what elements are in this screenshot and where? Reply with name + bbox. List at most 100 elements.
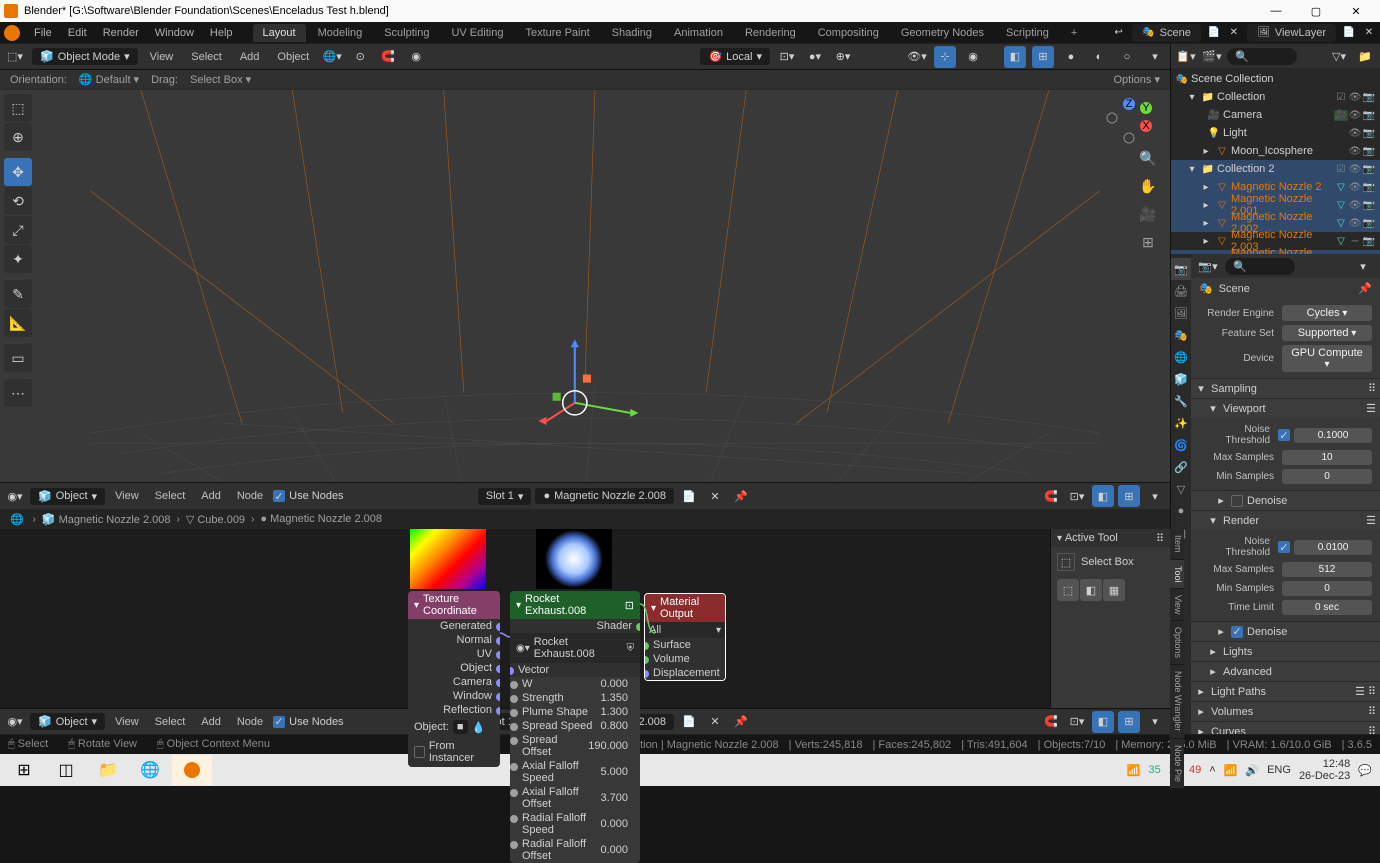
active-tool-header[interactable]: ▾ Active Tool ⠿: [1051, 529, 1170, 547]
vtab-nw[interactable]: Node Wrangler: [1170, 665, 1184, 738]
transform-orientation-icon[interactable]: 🌐▾: [321, 46, 343, 68]
shading-matprev-icon[interactable]: ◐: [1088, 46, 1110, 68]
maximize-button[interactable]: ▢: [1296, 0, 1336, 22]
menu-file[interactable]: File: [26, 27, 60, 39]
tool-add-cube[interactable]: ▭: [4, 344, 32, 372]
panel-curves[interactable]: ▸Curves⠿: [1191, 721, 1380, 734]
vp-view[interactable]: View: [144, 49, 180, 65]
tray-date[interactable]: 26-Dec-23: [1299, 770, 1350, 782]
tool-scale[interactable]: ⤢: [4, 216, 32, 244]
outliner-new-coll-icon[interactable]: 📁: [1354, 45, 1376, 67]
sh-node[interactable]: Node: [231, 488, 269, 504]
sel-mode-2[interactable]: ◧: [1080, 579, 1102, 601]
edge-button[interactable]: 🌐: [130, 755, 170, 785]
sh-select[interactable]: Select: [149, 488, 192, 504]
tab-sculpting[interactable]: Sculpting: [374, 24, 439, 42]
ptab-world[interactable]: 🌐: [1171, 346, 1191, 368]
vp-add[interactable]: Add: [234, 49, 266, 65]
sel-mode-3[interactable]: ▦: [1103, 579, 1125, 601]
r-max-val[interactable]: 512: [1282, 562, 1372, 577]
editor-type-icon[interactable]: ⬚▾: [4, 46, 26, 68]
shading-opts-icon[interactable]: ▾: [1144, 46, 1166, 68]
scene-new-icon[interactable]: 📄: [1207, 26, 1221, 40]
use-nodes-check[interactable]: ✓: [273, 490, 285, 502]
sh-back-solid-icon[interactable]: ⊞: [1118, 485, 1140, 507]
orient-value[interactable]: 🌐 Default ▾: [79, 73, 139, 86]
proportional-icon[interactable]: ●▾: [804, 46, 826, 68]
camera-view-icon[interactable]: 🎥: [1136, 202, 1160, 226]
ptab-data[interactable]: ▽: [1171, 478, 1191, 500]
device[interactable]: GPU Compute ▾: [1282, 345, 1372, 372]
tray-up-icon[interactable]: ˄: [1209, 764, 1215, 776]
vp-noise-check[interactable]: ✓: [1278, 429, 1290, 441]
vp-select[interactable]: Select: [185, 49, 228, 65]
shading-wire-icon[interactable]: ⊞: [1032, 46, 1054, 68]
tool-cursor[interactable]: ⊕: [4, 123, 32, 151]
tray-lang[interactable]: ENG: [1267, 764, 1291, 776]
blender-icon[interactable]: [4, 25, 20, 41]
nav-gizmo[interactable]: Y X Z: [1104, 96, 1154, 146]
tab-modeling[interactable]: Modeling: [308, 24, 373, 42]
shader-type[interactable]: 🧊 Object ▾: [30, 488, 105, 505]
tab-uv[interactable]: UV Editing: [441, 24, 513, 42]
material-selector[interactable]: ● Magnetic Nozzle 2.008: [535, 488, 674, 504]
menu-edit[interactable]: Edit: [60, 27, 95, 39]
cursor-icon[interactable]: ⊕▾: [832, 46, 854, 68]
shader-editor-type-icon[interactable]: ◉▾: [4, 485, 26, 507]
feature-set[interactable]: Supported ▾: [1282, 325, 1372, 341]
vp-object[interactable]: Object: [271, 49, 315, 65]
scene-del-icon[interactable]: ✕: [1227, 26, 1241, 40]
vtab-np[interactable]: Node Pie: [1170, 739, 1184, 789]
prop-edit-icon[interactable]: ◉: [405, 46, 427, 68]
panel-r-denoise[interactable]: ▸✓Denoise: [1191, 621, 1380, 641]
menu-render[interactable]: Render: [95, 27, 147, 39]
menu-help[interactable]: Help: [202, 27, 241, 39]
sh-add[interactable]: Add: [195, 488, 227, 504]
panel-lights[interactable]: ▸Lights: [1191, 641, 1380, 661]
outliner-filter-icon[interactable]: ▽▾: [1328, 45, 1350, 67]
vtab-options[interactable]: Options: [1170, 621, 1184, 665]
r-time-val[interactable]: 0 sec: [1282, 600, 1372, 615]
ptab-physics[interactable]: 🌀: [1171, 434, 1191, 456]
slot-selector[interactable]: Slot 1 ▾: [478, 488, 532, 505]
outliner-tree[interactable]: 🎭Scene Collection ▾📁Collection☑👁📷 🎥Camer…: [1171, 68, 1380, 254]
tray-notif-icon[interactable]: 💬: [1358, 764, 1372, 777]
transform-space[interactable]: 🎯 Local ▾: [700, 48, 770, 65]
props-opts-icon[interactable]: ▾: [1352, 255, 1374, 277]
render-engine[interactable]: Cycles ▾: [1282, 305, 1372, 321]
3d-viewport[interactable]: ⬚ ⊕ ✥ ⟲ ⤢ ✦ ✎ 📐 ▭ ⋯: [0, 90, 1170, 482]
panel-advanced[interactable]: ▸Advanced: [1191, 661, 1380, 681]
sh-back-wire-icon[interactable]: ◧: [1092, 485, 1114, 507]
panel-render[interactable]: ▾Render☰: [1191, 510, 1380, 530]
mat-new-icon[interactable]: 📄: [678, 485, 700, 507]
mode-selector[interactable]: 🧊 Object Mode ▾: [32, 48, 138, 65]
node-texture-coordinate[interactable]: ▾ Texture Coordinate Generated Normal UV…: [408, 591, 500, 767]
xray-icon[interactable]: ◧: [1004, 46, 1026, 68]
tray-sound-icon[interactable]: 🔊: [1245, 764, 1259, 777]
sh-expand-icon[interactable]: ▾: [1144, 485, 1166, 507]
task-view-button[interactable]: ◫: [46, 755, 86, 785]
tab-add[interactable]: +: [1061, 24, 1087, 42]
ptab-constraints[interactable]: 🔗: [1171, 456, 1191, 478]
r-min-val[interactable]: 0: [1282, 581, 1372, 596]
tab-rendering[interactable]: Rendering: [735, 24, 806, 42]
sh2-editor-type-icon[interactable]: ◉▾: [4, 711, 26, 733]
bc-world-icon[interactable]: 🌐: [10, 513, 24, 526]
tool-measure[interactable]: 📐: [4, 309, 32, 337]
sh2-type[interactable]: 🧊 Object ▾: [30, 713, 105, 730]
tool-transform[interactable]: ✦: [4, 245, 32, 273]
shading-render-icon[interactable]: ○: [1116, 46, 1138, 68]
vtab-item[interactable]: Item: [1170, 529, 1184, 560]
vp-options[interactable]: Options ▾: [1114, 73, 1161, 86]
tray-time[interactable]: 12:48: [1323, 758, 1351, 770]
scene-selector[interactable]: 🎭Scene: [1132, 24, 1201, 42]
panel-sampling[interactable]: ▾Sampling⠿: [1191, 378, 1380, 398]
start-button[interactable]: ⊞: [4, 755, 44, 785]
minimize-button[interactable]: ―: [1256, 0, 1296, 22]
back-icon[interactable]: ↩: [1112, 26, 1126, 40]
sh2-use-nodes-check[interactable]: ✓: [273, 716, 285, 728]
vl-new-icon[interactable]: 📄: [1342, 26, 1356, 40]
vp-max-val[interactable]: 10: [1282, 450, 1372, 465]
r-noise-val[interactable]: 0.0100: [1294, 540, 1372, 555]
props-search[interactable]: 🔍: [1225, 258, 1295, 275]
